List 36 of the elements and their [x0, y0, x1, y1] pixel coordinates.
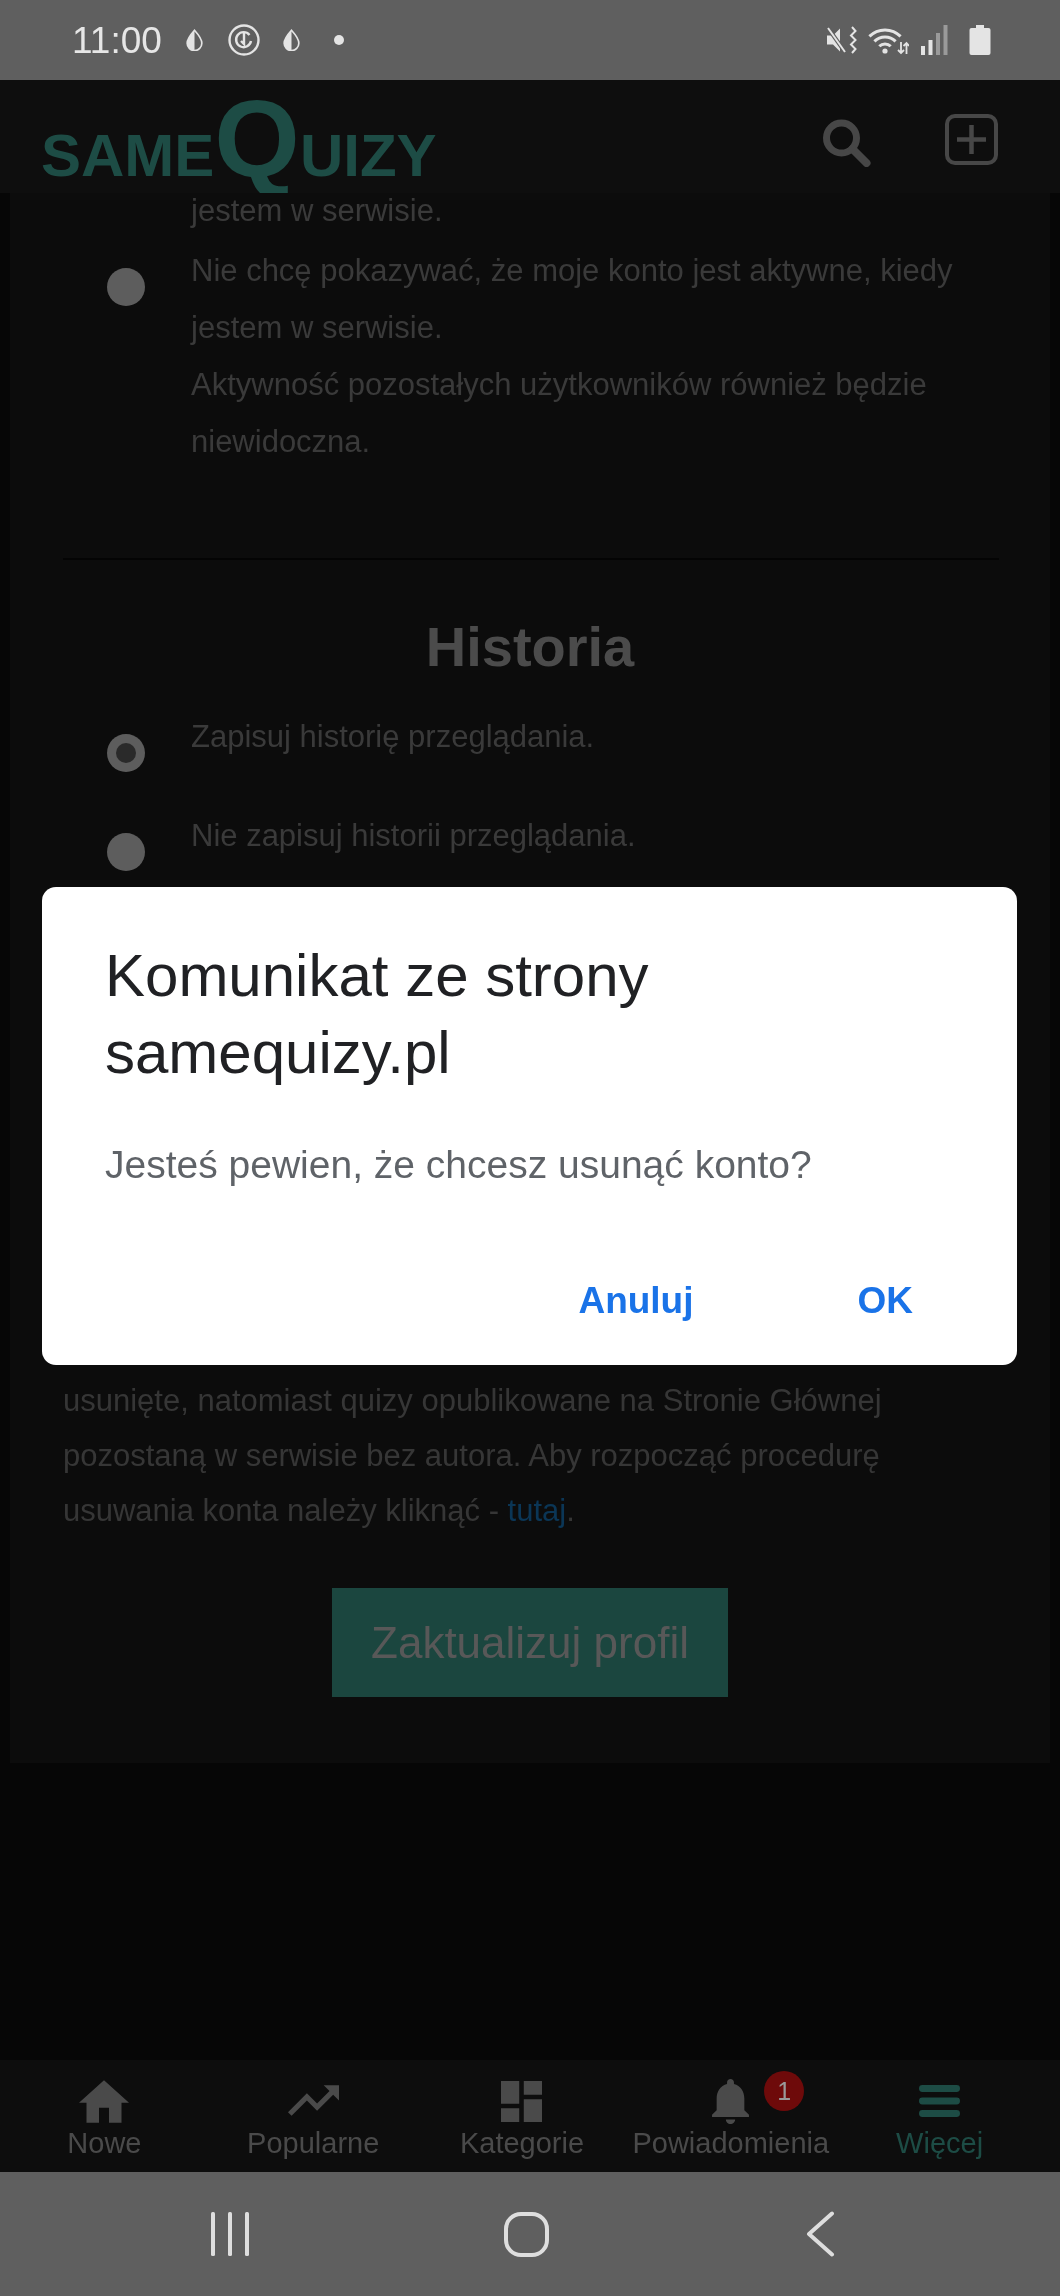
radio-button[interactable] [107, 268, 145, 306]
mute-icon [826, 26, 857, 54]
bell-icon [712, 2078, 750, 2124]
recent-apps-icon[interactable] [211, 2212, 249, 2256]
home-button-icon[interactable] [504, 2211, 549, 2257]
delete-account-link[interactable]: tutaj [507, 1493, 567, 1528]
update-profile-button[interactable]: Zaktualizuj profil [332, 1588, 728, 1697]
dialog-title: Komunikat ze strony samequizy.pl [105, 941, 650, 1088]
back-icon[interactable] [805, 2211, 835, 2257]
drop-icon [282, 29, 300, 51]
trend-up-icon [287, 2085, 339, 2117]
notification-badge: 1 [764, 2071, 805, 2111]
logo[interactable]: SAMEQUIZY [41, 83, 437, 193]
nav-tab[interactable]: Popularne [208, 2060, 418, 2172]
cancel-button[interactable]: Anuluj [554, 1259, 718, 1343]
radio-button[interactable] [107, 833, 145, 871]
menu-icon [919, 2085, 961, 2117]
dialog-message: Jesteś pewien, że chcesz usunąć konto? [105, 1142, 813, 1188]
ok-button[interactable]: OK [833, 1259, 937, 1343]
signal-icon [921, 25, 948, 55]
search-icon[interactable] [822, 119, 872, 167]
radio-button[interactable] [107, 734, 145, 772]
section-title: Historia [424, 615, 636, 679]
dot-icon [333, 35, 344, 45]
circle-symbol-icon [227, 24, 260, 56]
nav-tab[interactable]: Kategorie [417, 2060, 627, 2172]
drop-icon [185, 29, 203, 51]
nav-tab[interactable]: 1 Powiadomienia [626, 2060, 836, 2172]
nav-tab[interactable]: Nowe [0, 2060, 209, 2172]
nav-tab[interactable]: Więcej [835, 2060, 1044, 2172]
add-icon[interactable] [945, 114, 998, 165]
grid-icon [501, 2080, 543, 2122]
home-icon [79, 2079, 130, 2123]
status-time: 11:00 [72, 21, 162, 59]
wifi-icon [868, 25, 909, 55]
battery-icon [969, 25, 991, 55]
